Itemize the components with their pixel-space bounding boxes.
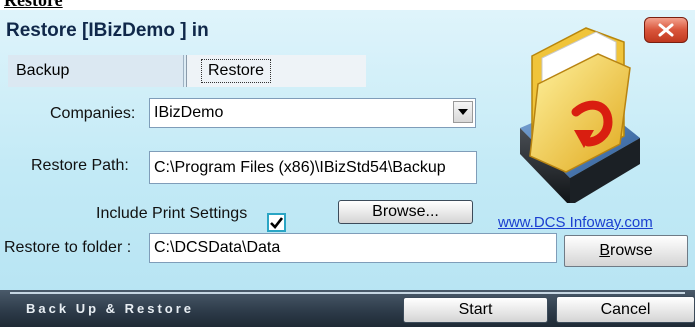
bottom-bar: Back Up & Restore Start Cancel	[0, 290, 695, 327]
window-title: Restore [IBizDemo ] in	[6, 20, 209, 41]
include-print-checkbox[interactable]	[267, 213, 286, 232]
browse-folder-label: Browse	[599, 242, 653, 259]
chevron-down-icon[interactable]	[453, 101, 473, 123]
start-label: Start	[458, 301, 493, 318]
close-x-icon	[658, 23, 674, 37]
restore-folder-field[interactable]: C:\DCSData\Data	[149, 233, 557, 263]
tab-restore[interactable]: Restore	[186, 55, 366, 87]
tab-restore-label: Restore	[201, 59, 272, 83]
cancel-button[interactable]: Cancel	[556, 296, 695, 323]
tab-backup[interactable]: Backup	[8, 55, 184, 87]
checkmark-icon	[270, 216, 283, 229]
companies-label: Companies:	[50, 105, 136, 122]
companies-value: IBizDemo	[154, 104, 224, 121]
companies-dropdown[interactable]: IBizDemo	[149, 98, 476, 128]
folder-restore-icon	[520, 27, 640, 203]
browse-path-label: Browse...	[372, 203, 439, 220]
restore-dialog: Restore [IBizDemo ] in Backup Restore Co…	[0, 10, 695, 327]
bottom-bar-title: Back Up & Restore	[26, 301, 195, 316]
browse-path-button[interactable]: Browse...	[338, 200, 473, 224]
restore-path-value: C:\Program Files (x86)\IBizStd54\Backup	[154, 158, 446, 176]
start-button[interactable]: Start	[403, 297, 548, 323]
website-link[interactable]: www.DCS Infoway.com	[498, 214, 653, 231]
restore-path-label: Restore Path:	[31, 157, 129, 174]
restore-folder-value: C:\DCSData\Data	[154, 239, 281, 256]
close-button[interactable]	[644, 17, 688, 43]
tab-strip: Backup Restore	[8, 55, 366, 87]
cancel-label: Cancel	[600, 300, 651, 318]
restore-folder-label: Restore to folder :	[4, 239, 132, 256]
tab-backup-label: Backup	[16, 62, 70, 79]
divider	[10, 292, 685, 294]
restore-path-field[interactable]: C:\Program Files (x86)\IBizStd54\Backup	[149, 151, 477, 184]
browse-folder-button[interactable]: Browse	[564, 235, 688, 267]
include-print-label: Include Print Settings	[96, 205, 248, 222]
